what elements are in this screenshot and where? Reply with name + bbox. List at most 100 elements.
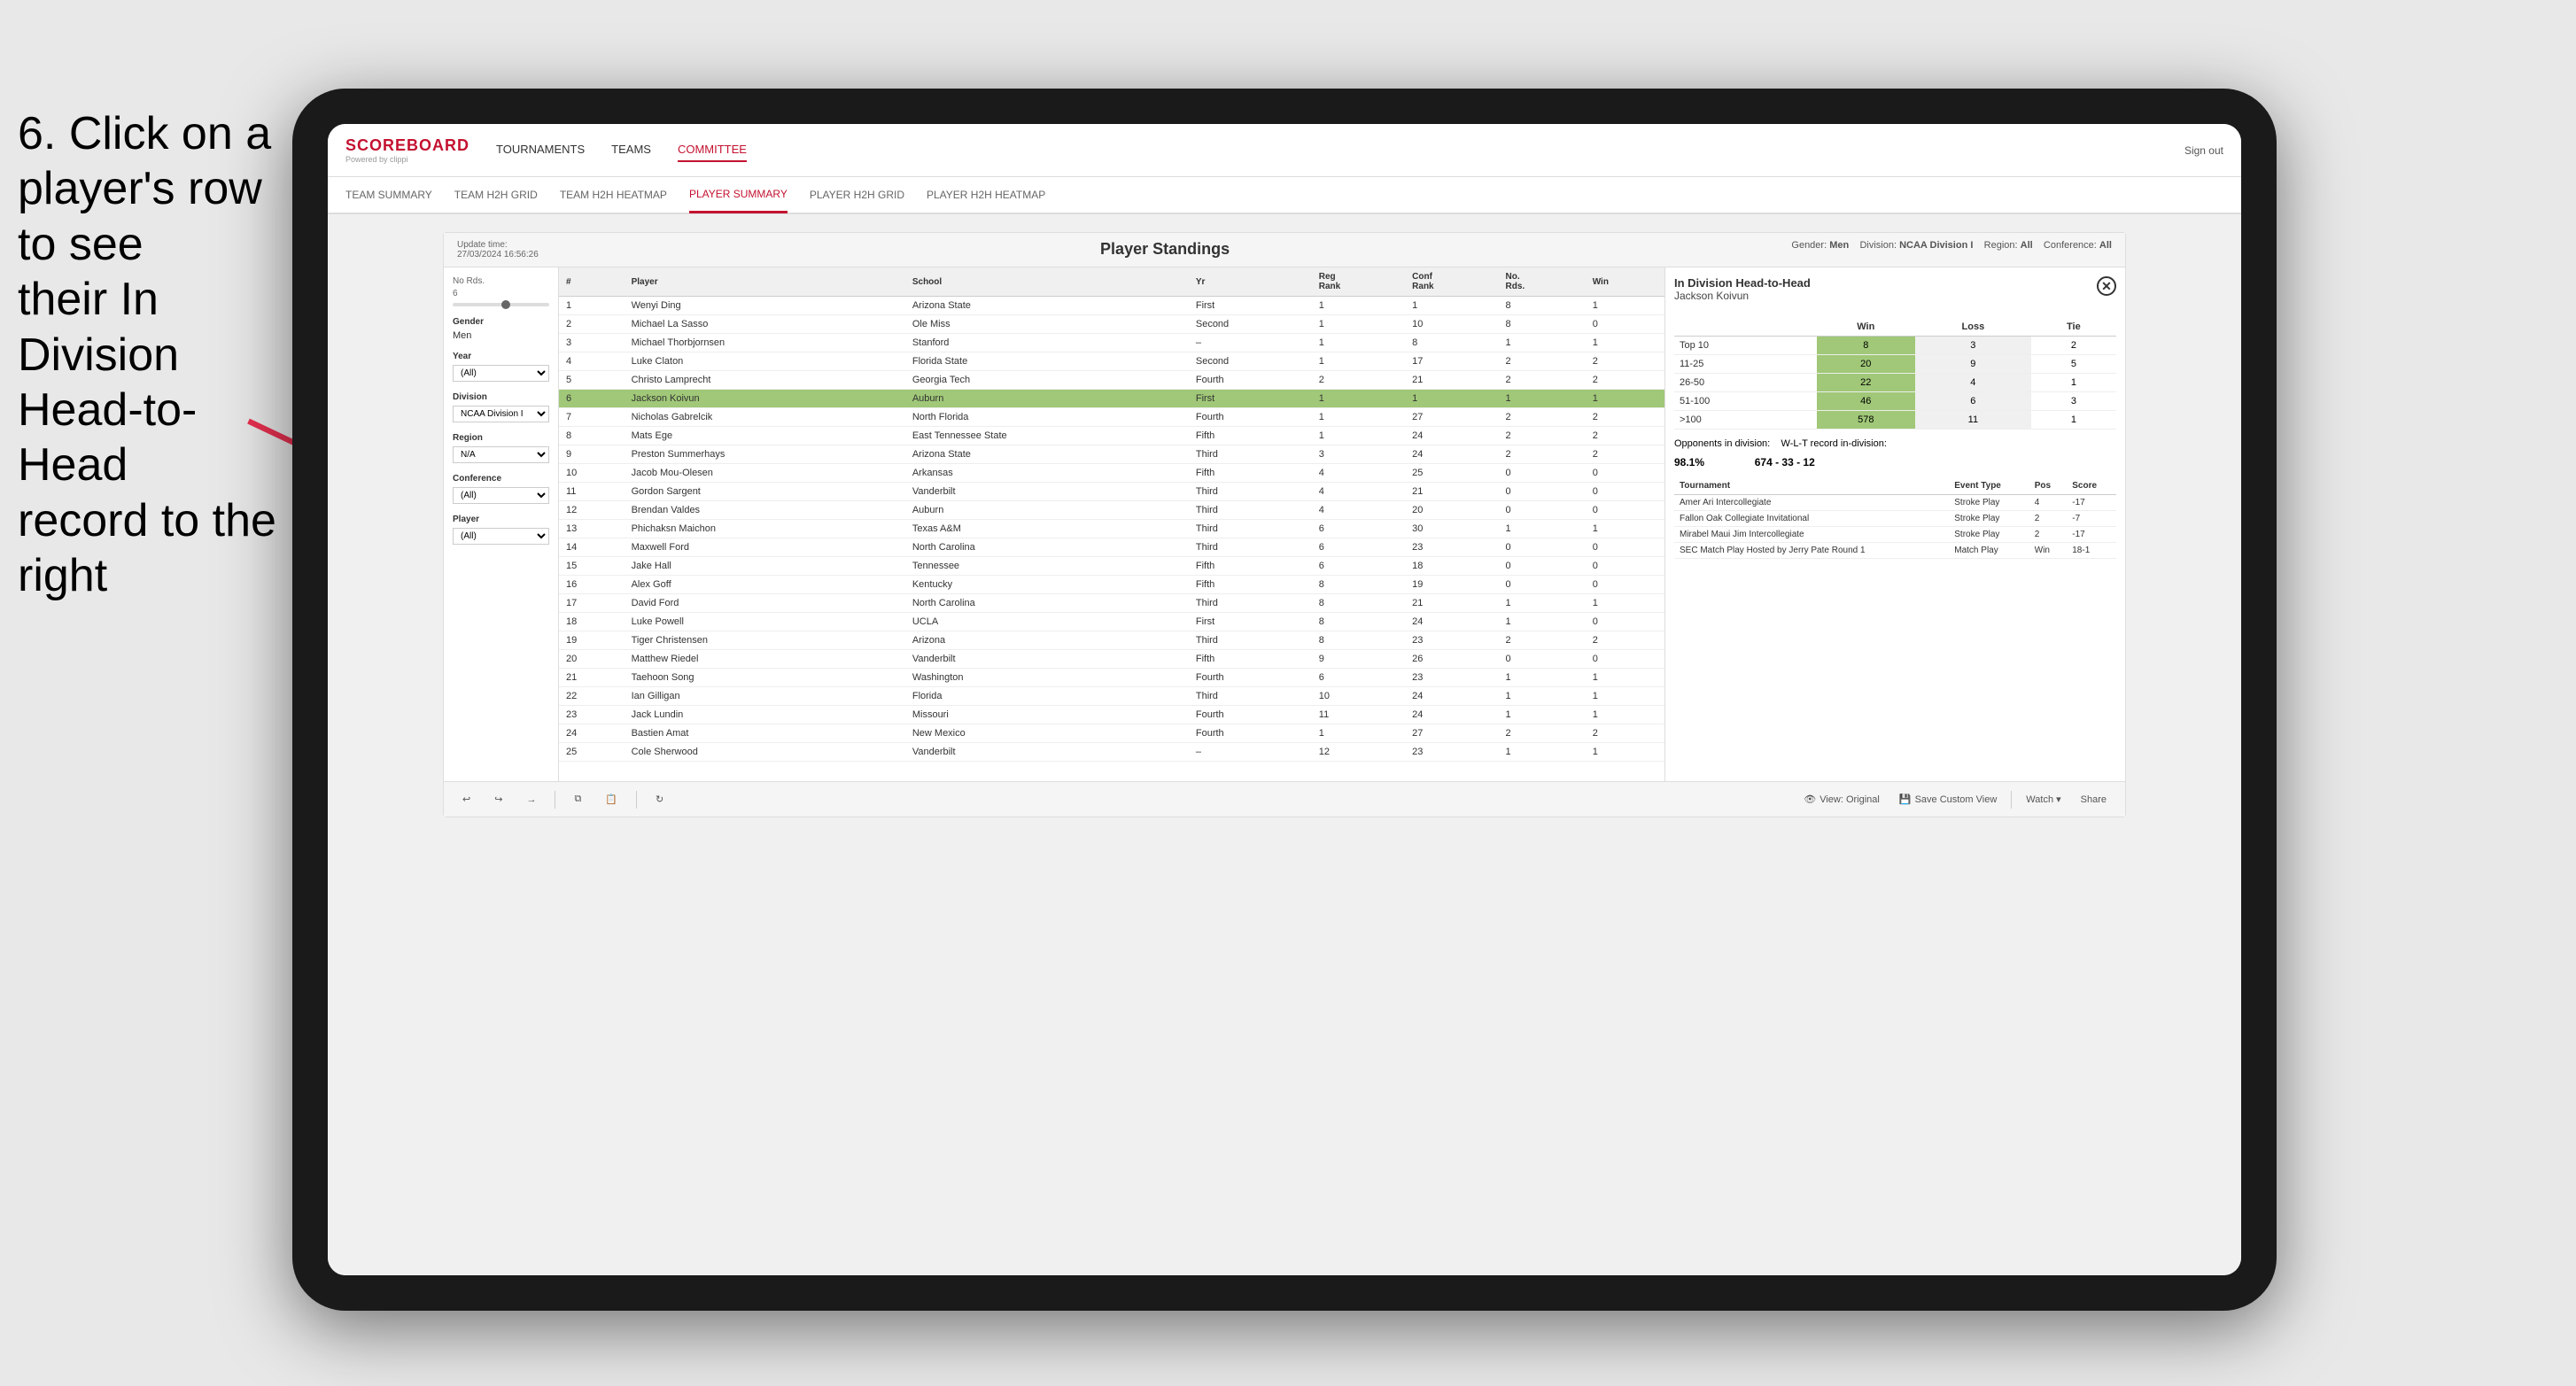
table-row[interactable]: 11 Gordon Sargent Vanderbilt Third 4 21 … (559, 483, 1664, 501)
toolbar-separator-2 (636, 791, 637, 809)
tourn-score: -17 (2067, 527, 2116, 543)
tablet-frame: SCOREBOARD Powered by clippi TOURNAMENTS… (292, 89, 2277, 1311)
cell-conf: 23 (1405, 631, 1498, 650)
table-row[interactable]: 12 Brendan Valdes Auburn Third 4 20 0 0 (559, 501, 1664, 520)
table-row[interactable]: 7 Nicholas Gabrelcik North Florida Fourt… (559, 408, 1664, 427)
sub-nav: TEAM SUMMARY TEAM H2H GRID TEAM H2H HEAT… (328, 177, 2241, 214)
cell-num: 10 (559, 464, 625, 483)
logo-sub: Powered by clippi (345, 155, 469, 164)
cell-conf: 27 (1405, 724, 1498, 743)
cell-num: 21 (559, 669, 625, 687)
undo-button[interactable]: ↩ (457, 791, 476, 808)
cell-num: 8 (559, 427, 625, 445)
table-row[interactable]: 16 Alex Goff Kentucky Fifth 8 19 0 0 (559, 576, 1664, 594)
redo-button[interactable]: ↪ (489, 791, 508, 808)
year-select[interactable]: (All) (453, 365, 549, 382)
cell-rds: 0 (1499, 650, 1586, 669)
cell-num: 15 (559, 557, 625, 576)
cell-player: Maxwell Ford (625, 538, 905, 557)
table-row[interactable]: 18 Luke Powell UCLA First 8 24 1 0 (559, 613, 1664, 631)
slider-thumb[interactable] (501, 300, 510, 309)
table-row[interactable]: 9 Preston Summerhays Arizona State Third… (559, 445, 1664, 464)
table-row[interactable]: 21 Taehoon Song Washington Fourth 6 23 1… (559, 669, 1664, 687)
table-row[interactable]: 8 Mats Ege East Tennessee State Fifth 1 … (559, 427, 1664, 445)
table-row[interactable]: 22 Ian Gilligan Florida Third 10 24 1 1 (559, 687, 1664, 706)
sign-out-link[interactable]: Sign out (2184, 144, 2223, 157)
refresh-button[interactable]: ↻ (650, 791, 669, 808)
cell-player: Michael La Sasso (625, 315, 905, 334)
cell-win: 1 (1586, 594, 1664, 613)
conference-filter-section: Conference (All) (453, 474, 549, 504)
cell-reg: 6 (1312, 669, 1405, 687)
table-row[interactable]: 20 Matthew Riedel Vanderbilt Fifth 9 26 … (559, 650, 1664, 669)
cell-player: Phichaksn Maichon (625, 520, 905, 538)
region-select[interactable]: N/A (453, 446, 549, 463)
tab-player-h2h-grid[interactable]: PLAYER H2H GRID (810, 178, 904, 212)
cell-reg: 10 (1312, 687, 1405, 706)
cell-num: 6 (559, 390, 625, 408)
table-row[interactable]: 24 Bastien Amat New Mexico Fourth 1 27 2… (559, 724, 1664, 743)
cell-conf: 1 (1405, 390, 1498, 408)
forward-button[interactable]: → (521, 792, 541, 808)
cell-yr: – (1189, 334, 1312, 352)
table-row[interactable]: 23 Jack Lundin Missouri Fourth 11 24 1 1 (559, 706, 1664, 724)
cell-conf: 20 (1405, 501, 1498, 520)
view-original-button[interactable]: 👁 View: Original (1798, 791, 1885, 809)
h2h-panel: In Division Head-to-Head Jackson Koivun … (1664, 267, 2125, 781)
table-row[interactable]: 19 Tiger Christensen Arizona Third 8 23 … (559, 631, 1664, 650)
watch-button[interactable]: Watch ▾ (2021, 791, 2066, 809)
table-row[interactable]: 4 Luke Claton Florida State Second 1 17 … (559, 352, 1664, 371)
table-row[interactable]: 6 Jackson Koivun Auburn First 1 1 1 1 (559, 390, 1664, 408)
nav-committee[interactable]: COMMITTEE (678, 138, 747, 162)
cell-win: 1 (1586, 687, 1664, 706)
table-row[interactable]: 14 Maxwell Ford North Carolina Third 6 2… (559, 538, 1664, 557)
tab-player-h2h-heatmap[interactable]: PLAYER H2H HEATMAP (927, 178, 1045, 212)
cell-school: Tennessee (905, 557, 1189, 576)
conference-select[interactable]: (All) (453, 487, 549, 504)
save-custom-button[interactable]: 💾 Save Custom View (1894, 791, 2002, 809)
cell-num: 1 (559, 297, 625, 315)
cell-yr: Fourth (1189, 724, 1312, 743)
copy-button[interactable]: ⧉ (569, 791, 586, 808)
h2h-close-button[interactable]: ✕ (2097, 276, 2116, 296)
table-row[interactable]: 17 David Ford North Carolina Third 8 21 … (559, 594, 1664, 613)
table-row[interactable]: 15 Jake Hall Tennessee Fifth 6 18 0 0 (559, 557, 1664, 576)
tourn-col-score: Score (2067, 477, 2116, 495)
cell-school: North Carolina (905, 594, 1189, 613)
cell-rds: 8 (1499, 315, 1586, 334)
table-row[interactable]: 1 Wenyi Ding Arizona State First 1 1 8 1 (559, 297, 1664, 315)
tab-team-h2h-grid[interactable]: TEAM H2H GRID (454, 178, 538, 212)
table-row[interactable]: 10 Jacob Mou-Olesen Arkansas Fifth 4 25 … (559, 464, 1664, 483)
tournament-row: Fallon Oak Collegiate Invitational Strok… (1674, 511, 2116, 527)
table-row[interactable]: 5 Christo Lamprecht Georgia Tech Fourth … (559, 371, 1664, 390)
cell-conf: 21 (1405, 594, 1498, 613)
table-row[interactable]: 13 Phichaksn Maichon Texas A&M Third 6 3… (559, 520, 1664, 538)
gender-filter-label: Gender: (1791, 240, 1827, 251)
tab-team-h2h-heatmap[interactable]: TEAM H2H HEATMAP (560, 178, 667, 212)
player-select[interactable]: (All) (453, 528, 549, 545)
rank-label: 51-100 (1674, 392, 1817, 411)
cell-rds: 1 (1499, 613, 1586, 631)
gender-value: Men (453, 330, 549, 341)
no-rds-slider[interactable] (453, 303, 549, 306)
nav-teams[interactable]: TEAMS (611, 138, 651, 162)
nav-tournaments[interactable]: TOURNAMENTS (496, 138, 585, 162)
cell-rds: 1 (1499, 669, 1586, 687)
cell-player: Ian Gilligan (625, 687, 905, 706)
col-conf-rank: ConfRank (1405, 267, 1498, 297)
division-select[interactable]: NCAA Division I (453, 406, 549, 422)
record-value: 674 - 33 - 12 (1755, 456, 1815, 468)
cell-rds: 0 (1499, 557, 1586, 576)
tab-team-summary[interactable]: TEAM SUMMARY (345, 178, 432, 212)
tab-player-summary[interactable]: PLAYER SUMMARY (689, 177, 788, 213)
table-row[interactable]: 3 Michael Thorbjornsen Stanford – 1 8 1 … (559, 334, 1664, 352)
cell-win: 2 (1586, 445, 1664, 464)
cell-school: Auburn (905, 390, 1189, 408)
h2h-loss-col: Loss (1915, 318, 2031, 337)
table-row[interactable]: 25 Cole Sherwood Vanderbilt – 12 23 1 1 (559, 743, 1664, 762)
h2h-rank-row: 51-100 46 6 3 (1674, 392, 2116, 411)
share-button[interactable]: Share (2076, 791, 2112, 809)
paste-button[interactable]: 📋 (600, 791, 623, 808)
table-row[interactable]: 2 Michael La Sasso Ole Miss Second 1 10 … (559, 315, 1664, 334)
h2h-win-col: Win (1817, 318, 1915, 337)
